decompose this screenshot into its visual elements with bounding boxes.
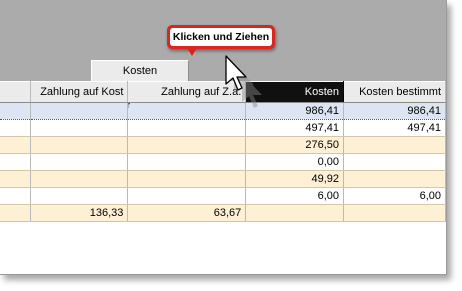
dragged-column-header[interactable]: Kosten [91, 60, 189, 81]
table-cell[interactable]: 497,41 [245, 119, 345, 137]
column-header-kosten-bestimmt[interactable]: Kosten bestimmt [343, 81, 446, 103]
table-cell[interactable] [343, 136, 446, 154]
table-row[interactable]: 276,50 [0, 136, 446, 154]
table-cell[interactable] [127, 119, 247, 137]
grid-window: Kosten Klicken und Ziehen Zahlung auf Ko… [0, 0, 447, 275]
table-cell[interactable] [30, 136, 129, 154]
table-cell[interactable] [245, 204, 345, 222]
tooltip-tail [187, 48, 197, 56]
table-cell[interactable]: 986,41 [343, 102, 446, 120]
table-cell[interactable] [0, 119, 32, 137]
dragged-column-label: Kosten [122, 65, 158, 77]
table-row[interactable]: 136,33 63,67 [0, 204, 446, 222]
table-cell[interactable] [343, 204, 446, 222]
column-header-zahlung-kost[interactable]: Zahlung auf Kost [30, 81, 129, 103]
table-cell[interactable]: 6,00 [245, 187, 345, 205]
table-cell[interactable] [127, 170, 247, 188]
table-cell[interactable] [30, 119, 129, 137]
table-cell[interactable] [30, 102, 129, 120]
table-cell[interactable] [127, 153, 247, 171]
table-cell[interactable] [0, 170, 32, 188]
table-cell[interactable]: 49,92 [245, 170, 345, 188]
drag-cursor-icon [225, 55, 262, 108]
table-cell[interactable]: 276,50 [245, 136, 345, 154]
table-cell[interactable]: 0,00 [245, 153, 345, 171]
table-cell[interactable] [0, 153, 32, 171]
table-row[interactable]: 49,92 [0, 170, 446, 188]
table-cell[interactable] [30, 187, 129, 205]
table-row[interactable]: 0,00 [0, 153, 446, 171]
sort-up-arrow-icon [127, 103, 131, 117]
table-cell[interactable] [30, 153, 129, 171]
table-cell[interactable]: 63,67 [127, 204, 247, 222]
table-row[interactable]: 497,41 497,41 [0, 119, 446, 137]
table-cell[interactable] [0, 102, 32, 120]
table-cell[interactable]: 6,00 [343, 187, 446, 205]
table-cell[interactable] [127, 187, 247, 205]
table-cell[interactable] [0, 204, 32, 222]
table-cell[interactable]: 136,33 [30, 204, 129, 222]
table-cell[interactable] [343, 153, 446, 171]
table-cell[interactable] [30, 170, 129, 188]
drag-tooltip: Klicken und Ziehen [167, 25, 275, 56]
tooltip-text: Klicken und Ziehen [170, 28, 272, 46]
table-cell[interactable] [127, 136, 247, 154]
table-row[interactable]: 6,00 6,00 [0, 187, 446, 205]
table-cell[interactable] [343, 170, 446, 188]
column-header-0[interactable] [0, 81, 32, 103]
table-cell[interactable]: 497,41 [343, 119, 446, 137]
table-cell[interactable] [0, 187, 32, 205]
table-cell[interactable] [0, 136, 32, 154]
